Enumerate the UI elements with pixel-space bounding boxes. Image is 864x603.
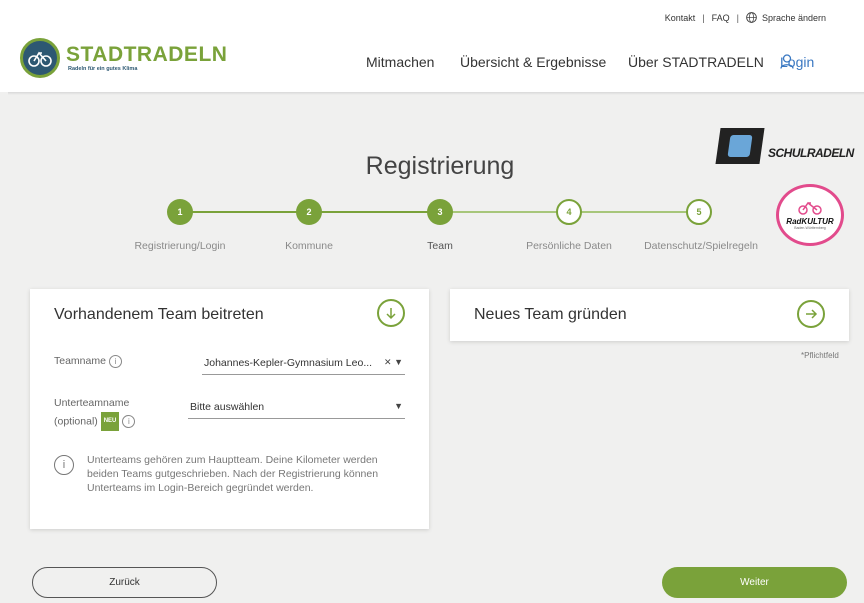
login-label: Login <box>780 53 815 70</box>
site-header: Kontakt | FAQ | Sprache ändern STADTRADE… <box>0 0 864 92</box>
nav-item-mitmachen[interactable]: Mitmachen <box>366 54 434 70</box>
step-2-label: Kommune <box>285 240 333 252</box>
subteam-label: Unterteamname (optional) NEU i <box>54 395 136 431</box>
teamname-label: Teamname i <box>54 353 122 370</box>
globe-icon <box>746 12 757 23</box>
arrow-right-circle-icon[interactable] <box>797 300 825 328</box>
subteam-label-text: Unterteamname <box>54 397 130 409</box>
info-circle-icon: i <box>54 455 74 475</box>
teamname-label-text: Teamname <box>54 355 106 367</box>
faq-link[interactable]: FAQ <box>712 13 730 23</box>
stadtradeln-logo[interactable]: STADTRADELN Radeln für ein gutes Klima <box>20 38 227 78</box>
page-title: Registrierung <box>365 152 515 180</box>
chevron-down-circle-icon[interactable] <box>377 299 405 327</box>
back-button[interactable]: Zurück <box>32 567 217 598</box>
chevron-down-icon: ▼ <box>394 401 403 411</box>
step-3-label: Team <box>427 240 453 252</box>
subteam-hint: Unterteams gehören zum Hauptteam. Deine … <box>87 454 379 494</box>
bicycle-logo-icon <box>20 38 60 78</box>
step-1-label: Registrierung/Login <box>134 240 226 252</box>
nav-item-ueber[interactable]: Über STADTRADELN <box>628 54 764 70</box>
step-2[interactable]: 2 <box>296 199 322 225</box>
info-icon[interactable]: i <box>122 415 136 428</box>
teamname-select[interactable]: Johannes-Kepler-Gymnasium Leo... ✕ ▼ <box>202 353 405 375</box>
step-3: 3 <box>427 199 453 225</box>
separator: | <box>702 12 705 23</box>
new-team-card[interactable]: Neues Team gründen <box>450 289 849 341</box>
info-icon[interactable]: i <box>108 354 122 368</box>
logo-title: STADTRADELN <box>66 43 228 66</box>
header-shadow <box>8 92 864 95</box>
language-switcher[interactable]: Sprache ändern <box>762 13 826 23</box>
step-1[interactable]: 1 <box>167 199 193 225</box>
step-5: 5 <box>686 199 712 225</box>
teamname-value: Johannes-Kepler-Gymnasium Leo... <box>204 357 373 369</box>
logo-subtitle: Radeln für ein gutes Klima <box>68 66 138 72</box>
clear-and-chevron-icon[interactable]: ✕ ▼ <box>384 357 403 368</box>
new-badge: NEU <box>100 412 120 431</box>
contact-link[interactable]: Kontakt <box>665 13 696 23</box>
step-4-label: Persönliche Daten <box>526 240 612 252</box>
separator: | <box>736 12 739 23</box>
bicycle-icon <box>798 201 822 215</box>
join-team-card: Vorhandenem Team beitreten Teamname i Joh… <box>30 289 429 529</box>
next-button[interactable]: Weiter <box>662 567 847 598</box>
new-team-title: Neues Team gründen <box>474 306 627 323</box>
login-link[interactable]: Login <box>780 54 814 70</box>
subteam-optional-text: (optional) <box>54 415 98 428</box>
step-5-label: Datenschutz/Spielregeln <box>644 240 758 252</box>
required-note: *Pflichtfeld <box>801 351 839 360</box>
subteam-select[interactable]: Bitte auswählen ▼ <box>188 397 405 419</box>
top-links: Kontakt | FAQ | Sprache ändern <box>665 12 826 23</box>
nav-item-uebersicht[interactable]: Übersicht & Ergebnisse <box>460 54 606 70</box>
step-4: 4 <box>556 199 582 225</box>
radkultur-subtitle: Baden-Württemberg <box>794 225 826 230</box>
radkultur-title: RadKULTUR <box>786 216 834 226</box>
join-team-title: Vorhandenem Team beitreten <box>54 306 264 323</box>
radkultur-logo: RadKULTUR Baden-Württemberg <box>776 184 844 246</box>
subteam-value: Bitte auswählen <box>190 401 265 413</box>
